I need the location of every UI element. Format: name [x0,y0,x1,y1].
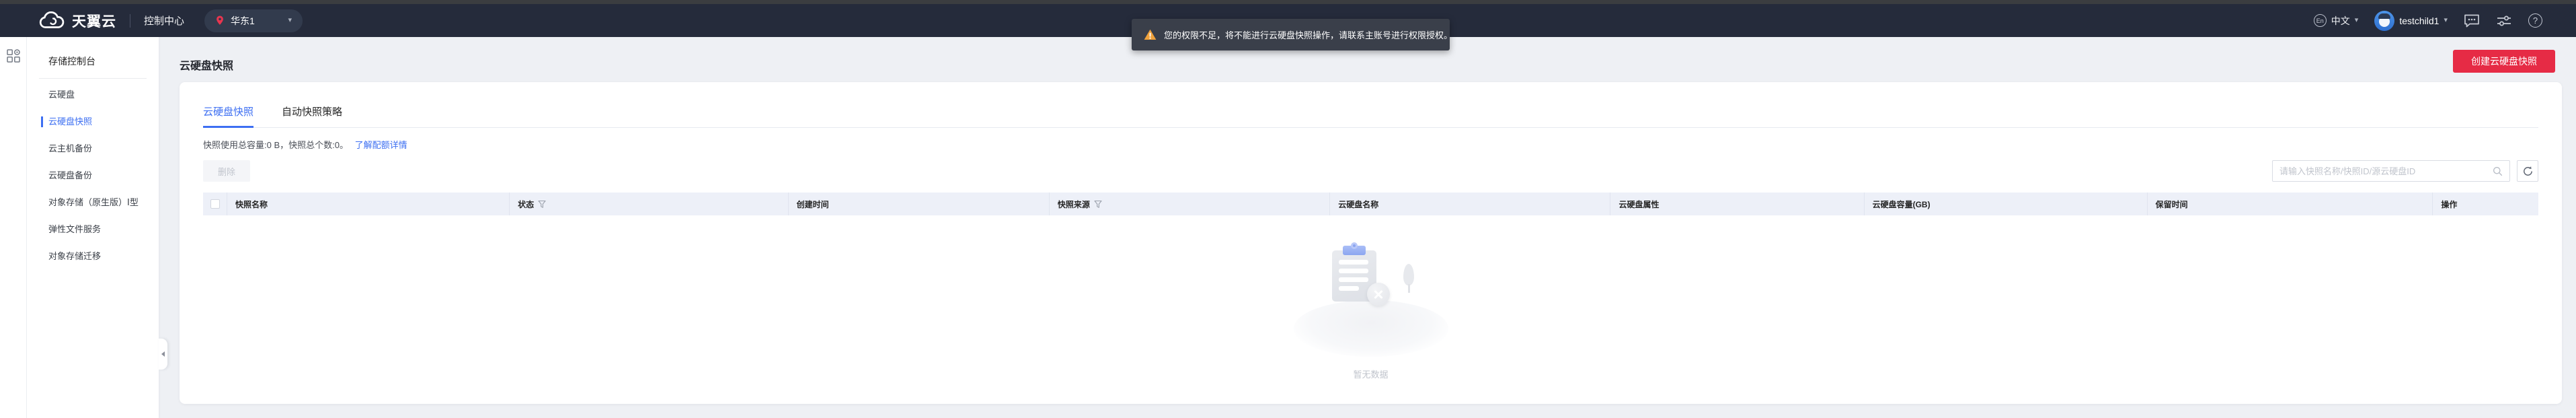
no-data-x-icon [1367,283,1390,306]
content-card: 云硬盘快照自动快照策略 快照使用总容量:0 B，快照总个数:0。 了解配额详情 … [180,82,2562,404]
sidebar-item-1[interactable]: 云硬盘快照 [27,108,159,135]
sidebar-item-0[interactable]: 云硬盘 [27,81,159,108]
column-label: 状态 [518,199,534,210]
column-header-7: 保留时间 [2148,193,2433,215]
messages-icon[interactable] [2464,13,2480,28]
search-icon[interactable] [2493,166,2503,176]
tab-1[interactable]: 自动快照策略 [282,104,342,127]
permission-warning-toast: 您的权限不足，将不能进行云硬盘快照操作，请联系主账号进行权限授权。 [1132,19,1450,50]
chevron-down-icon: ▾ [288,17,292,24]
region-name: 华东1 [231,14,255,28]
delete-button[interactable]: 删除 [203,160,250,182]
console-center-link[interactable]: 控制中心 [144,13,184,28]
sidebar-item-3[interactable]: 云硬盘备份 [27,162,159,189]
warning-icon [1144,29,1157,40]
empty-illustration [1284,241,1458,357]
select-all-cell [203,193,227,215]
table-header: 快照名称 状态 创建时间 快照来源 云硬盘名称 云硬盘属性 云硬盘容量(GB) 保留时间 操作 [203,193,2538,215]
quota-text: 快照使用总容量:0 B，快照总个数:0。 [203,140,348,150]
column-label: 创建时间 [797,199,829,210]
language-label: 中文 [2331,14,2350,28]
chevron-left-icon [161,351,165,357]
chevron-down-icon: ▾ [2355,17,2359,24]
column-label: 保留时间 [2156,199,2188,210]
brand-name: 天翼云 [72,11,116,31]
chevron-down-icon: ▾ [2444,17,2448,24]
column-header-6: 云硬盘容量(GB) [1865,193,2148,215]
column-header-4: 云硬盘名称 [1330,193,1610,215]
location-pin-icon [215,15,225,26]
tabs-bar: 云硬盘快照 自动快照策略 [203,82,2538,128]
column-header-2: 创建时间 [789,193,1050,215]
user-menu[interactable]: testchild1 ▾ [2374,11,2448,31]
nav-right-group: En 中文 ▾ testchild1 ▾ ? [2314,11,2542,31]
page-title: 云硬盘快照 [180,57,233,73]
column-header-3: 快照来源 [1050,193,1330,215]
help-icon[interactable]: ? [2528,13,2542,28]
app-rail [0,37,27,418]
help-glyph: ? [2528,13,2542,28]
sidebar-item-6[interactable]: 对象存储迁移 [27,243,159,270]
username: testchild1 [2399,15,2439,26]
column-label: 云硬盘名称 [1338,199,1378,210]
filter-icon[interactable] [1094,200,1102,209]
create-snapshot-button[interactable]: 创建云硬盘快照 [2453,50,2555,73]
language-selector[interactable]: En 中文 ▾ [2314,14,2359,28]
region-selector[interactable]: 华东1 ▾ [204,9,303,32]
empty-text: 暂无数据 [1353,368,1388,380]
search-box [2272,160,2510,182]
toast-message: 您的权限不足，将不能进行云硬盘快照操作，请联系主账号进行权限授权。 [1164,28,1452,41]
column-label: 快照来源 [1058,199,1090,210]
brand-logo[interactable]: 天翼云 [37,11,116,31]
sidebar-item-2[interactable]: 云主机备份 [27,135,159,162]
cloud-logo-icon [37,11,65,30]
services-menu-icon[interactable] [6,48,21,63]
settings-sliders-icon[interactable] [2496,13,2512,28]
main-content: 云硬盘快照 创建云硬盘快照 云硬盘快照自动快照策略 快照使用总容量:0 B，快照… [159,37,2576,418]
column-label: 云硬盘属性 [1618,199,1659,210]
column-header-1: 状态 [510,193,788,215]
refresh-button[interactable] [2517,160,2538,182]
filter-icon[interactable] [538,200,546,209]
tab-0[interactable]: 云硬盘快照 [203,104,253,127]
toolbar-right [2272,160,2538,182]
select-all-checkbox[interactable] [210,199,220,209]
column-header-5: 云硬盘属性 [1610,193,1864,215]
avatar [2374,11,2394,31]
language-icon: En [2314,14,2327,27]
search-input[interactable] [2279,166,2493,176]
column-label: 操作 [2441,199,2457,210]
column-label: 云硬盘容量(GB) [1873,199,1930,210]
sidebar-item-5[interactable]: 弹性文件服务 [27,216,159,243]
column-header-0: 快照名称 [227,193,510,215]
column-label: 快照名称 [235,199,268,210]
empty-state: 暂无数据 [180,215,2562,380]
column-header-8: 操作 [2433,193,2538,215]
sidebar-title: 存储控制台 [27,37,159,68]
quota-summary: 快照使用总容量:0 B，快照总个数:0。 了解配额详情 [203,138,2538,151]
sidebar-divider [39,78,147,79]
sidebar-item-4[interactable]: 对象存储（原生版）Ⅰ型 [27,189,159,216]
sidebar: 存储控制台 云硬盘云硬盘快照云主机备份云硬盘备份对象存储（原生版）Ⅰ型弹性文件服… [27,37,159,418]
sidebar-collapse-handle[interactable] [159,339,167,370]
sidebar-menu: 云硬盘云硬盘快照云主机备份云硬盘备份对象存储（原生版）Ⅰ型弹性文件服务对象存储迁… [27,81,159,270]
quota-details-link[interactable]: 了解配额详情 [355,140,407,150]
table-toolbar: 删除 [203,160,2538,182]
